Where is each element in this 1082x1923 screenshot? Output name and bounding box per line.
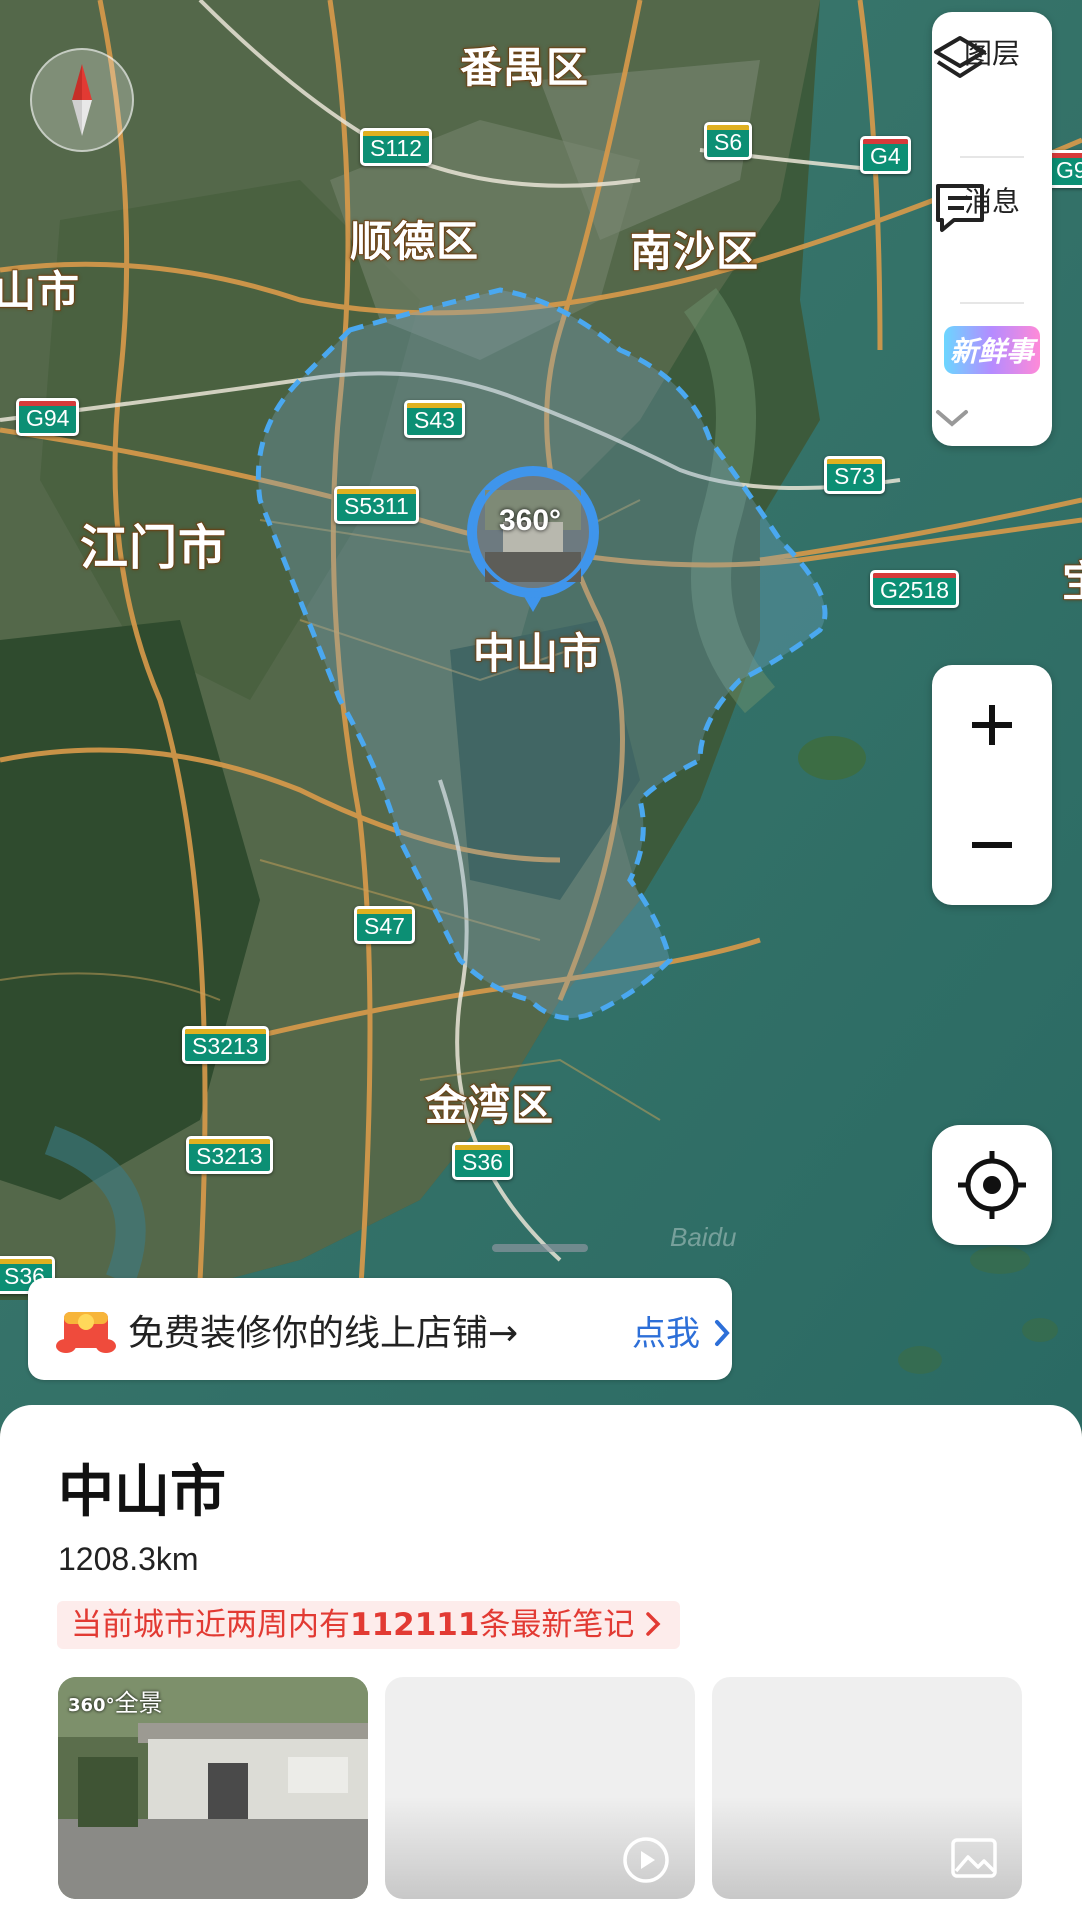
image-icon [951,1838,997,1878]
messages-button[interactable]: 消息 [932,180,1052,232]
zoom-out-icon [972,842,1012,848]
map-imagery [0,0,1082,1430]
video-thumbnail[interactable] [385,1677,695,1899]
district-label-panyu: 番禺区 [459,42,590,93]
city-label-zhongshan: 中山市 [472,628,603,679]
road-shield-s112: S112 [360,128,433,166]
map-watermark: Baidu [670,1222,737,1252]
district-label-jinwan: 金湾区 [424,1080,555,1131]
notes-badge[interactable]: 当前城市近两周内有112111条最新笔记 [57,1601,681,1649]
road-shield-g2518: G2518 [870,570,960,608]
panorama-thumb-badge: 360°全景 [68,1683,163,1718]
notes-prefix: 当前城市近两周内有 [71,1607,350,1643]
play-icon [623,1837,669,1883]
place-distance: 1208.3km [58,1541,199,1577]
notes-count: 112111 [350,1607,480,1643]
district-label-nansha: 南沙区 [629,226,760,277]
road-shield-s6: S6 [704,122,753,160]
promo-cta[interactable]: 点我 [632,1306,733,1355]
road-shield-s3213-b: S3213 [186,1136,273,1174]
place-detail-sheet[interactable]: 中山市 1208.3km 当前城市近两周内有112111条最新笔记 360°全景 [0,1405,1082,1923]
red-envelope-icon [56,1312,116,1353]
promo-banner[interactable]: 免费装修你的线上店铺→ 点我 [28,1278,732,1380]
chevron-right-icon [714,1320,730,1346]
fresh-news-logo: 新鲜事 [943,326,1040,374]
chevron-right-icon [646,1612,661,1636]
road-shield-s5311: S5311 [334,486,419,524]
road-shield-s47: S47 [354,906,415,944]
drag-handle[interactable] [492,1244,588,1252]
zoom-out-button[interactable] [932,785,1052,905]
road-shield-s73: S73 [824,456,885,494]
promo-cta-label: 点我 [632,1314,700,1354]
road-shield-g4: G4 [860,136,911,174]
panorama-thumb-badge-prefix: 360° [68,1695,115,1716]
chevron-down-icon [936,410,968,427]
district-label-edge-left: 山市 [0,266,81,317]
road-shield-g94-left: G94 [16,398,80,436]
place-title: 中山市 [58,1460,226,1525]
photo-thumbnail[interactable] [712,1677,1022,1899]
locate-icon [958,1151,1026,1219]
zoom-in-icon [972,705,1012,745]
zoom-controls [932,665,1052,905]
layers-button[interactable]: 图层 [932,32,1052,78]
district-label-edge-right: 宝 [1061,548,1082,609]
notes-suffix: 条最新笔记 [479,1607,635,1643]
panorama-thumb-badge-label: 全景 [114,1689,163,1717]
locate-button[interactable] [932,1125,1052,1245]
road-shield-s36: S36 [452,1142,513,1180]
map-view[interactable]: 番禺区 顺德区 南沙区 山市 江门市 金湾区 宝 S112 S6 G4 G94 … [0,0,1082,1430]
compass-icon[interactable] [30,48,134,152]
panorama-badge: 360° [499,504,562,537]
district-label-jiangmen: 江门市 [79,519,228,577]
message-icon [936,184,984,232]
road-shield-s43: S43 [404,400,465,438]
zoom-in-button[interactable] [932,665,1052,785]
road-shield-s3213-a: S3213 [182,1026,269,1064]
map-tools-panel: 图层 消息 新鲜事 [932,12,1052,446]
promo-text: 免费装修你的线上店铺→ [128,1313,519,1354]
district-label-shunde: 顺德区 [349,216,480,267]
panorama-pin[interactable]: 360° [463,464,603,624]
panorama-thumbnail[interactable]: 360°全景 [58,1677,368,1899]
fresh-news-button[interactable]: 新鲜事 [932,326,1052,374]
layers-icon [934,36,986,78]
